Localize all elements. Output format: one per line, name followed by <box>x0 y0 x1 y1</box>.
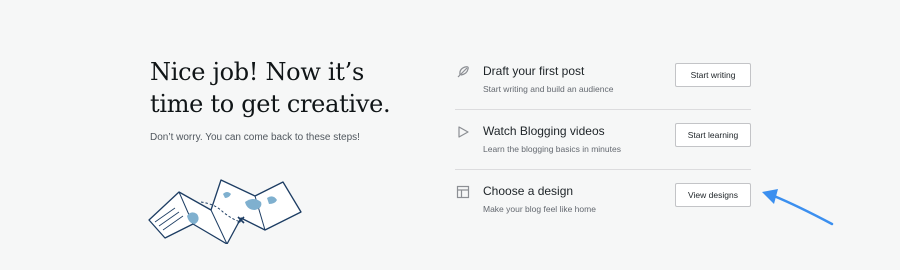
start-learning-button[interactable]: Start learning <box>675 123 751 147</box>
start-writing-button[interactable]: Start writing <box>675 63 751 87</box>
intro-section: Nice job! Now it’s time to get creative.… <box>150 56 440 143</box>
page-title: Nice job! Now it’s time to get creative. <box>150 56 440 120</box>
headline-line-1: Nice job! Now it’s <box>150 58 364 86</box>
step-title: Choose a design <box>483 184 574 198</box>
treasure-map-illustration <box>148 179 302 244</box>
pointer-arrow-icon <box>762 189 834 226</box>
step-description: Make your blog feel like home <box>483 204 596 214</box>
step-title: Watch Blogging videos <box>483 124 605 138</box>
feather-icon <box>455 64 471 80</box>
play-icon <box>455 124 471 140</box>
intro-subtext: Don’t worry. You can come back to these … <box>150 132 360 143</box>
step-blogging-videos: Watch Blogging videos Learn the blogging… <box>455 110 751 170</box>
step-description: Start writing and build an audience <box>483 84 614 94</box>
headline-line-2: time to get creative. <box>150 90 391 118</box>
step-title: Draft your first post <box>483 64 585 78</box>
layout-icon <box>455 184 471 200</box>
step-draft-post: Draft your first post Start writing and … <box>455 50 751 110</box>
view-designs-button[interactable]: View designs <box>675 183 751 207</box>
steps-list: Draft your first post Start writing and … <box>455 50 751 229</box>
step-description: Learn the blogging basics in minutes <box>483 144 621 154</box>
step-choose-design: Choose a design Make your blog feel like… <box>455 170 751 229</box>
